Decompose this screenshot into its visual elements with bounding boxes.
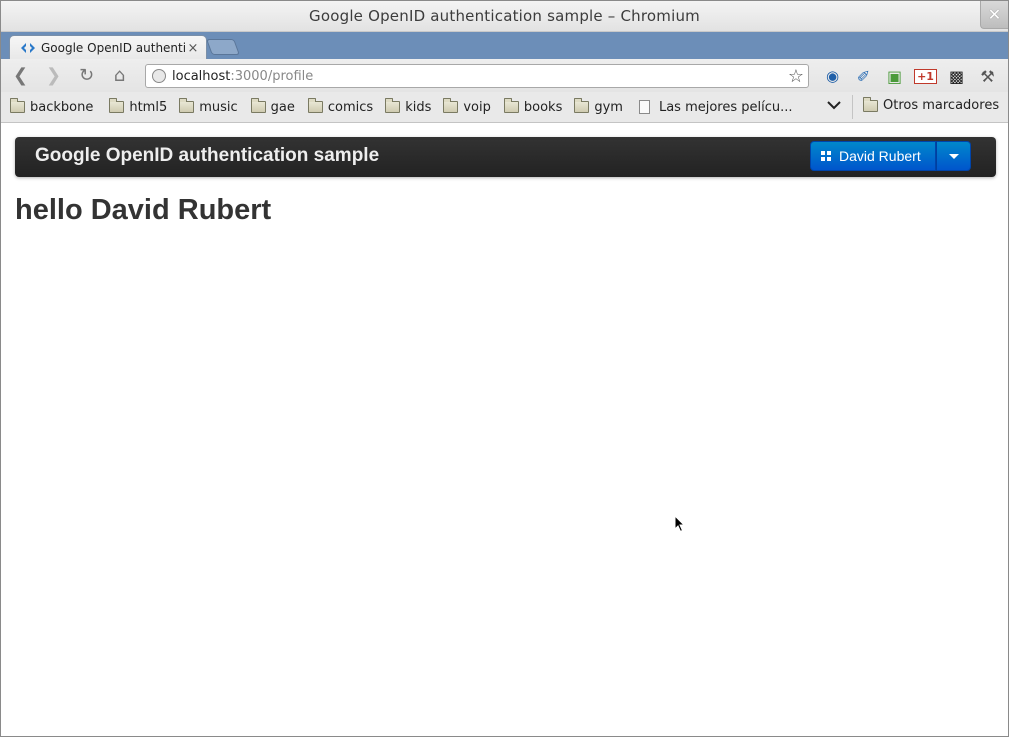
url-path: :3000/profile (230, 68, 314, 84)
user-dropdown-toggle[interactable] (936, 141, 971, 171)
tab-google-openid[interactable]: Google OpenID authentica × (9, 35, 207, 60)
browser-toolbar: ❮ ❯ ↻ ⌂ localhost:3000/profile ☆ ◉ ✐ ▣ +… (1, 59, 1008, 92)
folder-icon (10, 98, 25, 113)
brand-title[interactable]: Google OpenID authentication sample (35, 145, 379, 167)
folder-icon (109, 98, 125, 113)
bookmark-folder-backbone[interactable]: backbone (10, 98, 93, 115)
evernote-clip-extension-icon[interactable]: ▣ (879, 63, 910, 89)
bookmark-folder-books[interactable]: books (503, 98, 562, 115)
reload-button[interactable]: ↻ (70, 62, 103, 90)
other-bookmarks-folder[interactable]: Otros marcadores (863, 96, 999, 113)
bookmark-folder-kids[interactable]: kids (385, 98, 431, 115)
folder-icon (503, 98, 519, 113)
tab-title: Google OpenID authentica (41, 41, 186, 55)
page-icon (638, 100, 650, 114)
globe-extension-icon[interactable]: ◉ (817, 63, 848, 89)
bookmark-folder-voip[interactable]: voip (443, 98, 491, 115)
extension-area: ◉ ✐ ▣ +1 ▩ ⚒ (817, 63, 1003, 89)
folder-icon (179, 98, 195, 113)
folder-icon (863, 96, 878, 112)
folder-icon (250, 98, 266, 113)
bookmark-folder-gae[interactable]: gae (250, 98, 295, 115)
bookmark-star-icon[interactable]: ☆ (788, 66, 804, 87)
folder-icon (307, 98, 323, 113)
url-host: localhost (172, 68, 231, 84)
new-tab-button[interactable] (206, 39, 240, 55)
page-viewport: Google OpenID authentication sample Davi… (1, 124, 1008, 736)
top-navbar: Google OpenID authentication sample Davi… (15, 137, 996, 177)
bookmark-folder-comics[interactable]: comics (307, 98, 373, 115)
page-info-icon[interactable] (152, 69, 166, 83)
user-button-group: David Rubert (810, 141, 971, 171)
bookmark-folder-html5[interactable]: html5 (109, 98, 167, 115)
bookmarks-separator (852, 95, 853, 119)
wrench-menu-icon[interactable]: ⚒ (972, 63, 1003, 89)
folder-icon (385, 98, 401, 113)
window-close-button[interactable]: ✕ (980, 1, 1008, 29)
window-title: Google OpenID authentication sample – Ch… (309, 7, 700, 25)
folder-icon (574, 98, 590, 113)
user-button-label: David Rubert (839, 148, 921, 164)
caret-down-icon (948, 153, 959, 159)
bookmark-page-las-mejores[interactable]: Las mejores pelícu... (638, 100, 793, 115)
bookmark-folder-gym[interactable]: gym (574, 98, 623, 115)
tab-strip: Google OpenID authentica × (1, 32, 1008, 60)
google-plus-one-extension-icon[interactable]: +1 (910, 63, 941, 89)
bookmark-folder-music[interactable]: music (179, 98, 238, 115)
grid-icon (821, 151, 831, 161)
forward-button[interactable]: ❯ (37, 62, 70, 90)
tab-close-icon[interactable]: × (186, 41, 200, 56)
back-button[interactable]: ❮ (4, 62, 37, 90)
eyedropper-extension-icon[interactable]: ✐ (848, 63, 879, 89)
address-bar[interactable]: localhost:3000/profile ☆ (145, 64, 809, 88)
bookmarks-bar: backbone html5 music gae comics kids voi… (1, 92, 1008, 123)
bookmarks-overflow-chevron-icon[interactable] (827, 99, 841, 114)
site-favicon-icon (20, 40, 36, 56)
window-title-bar[interactable]: Google OpenID authentication sample – Ch… (1, 1, 1008, 32)
folder-icon (443, 98, 459, 113)
greeting-heading: hello David Rubert (15, 194, 272, 226)
evernote-extension-icon[interactable]: ▩ (941, 63, 972, 89)
home-button[interactable]: ⌂ (103, 62, 136, 90)
user-button[interactable]: David Rubert (810, 141, 936, 171)
browser-window: Google OpenID authentication sample – Ch… (0, 0, 1009, 737)
